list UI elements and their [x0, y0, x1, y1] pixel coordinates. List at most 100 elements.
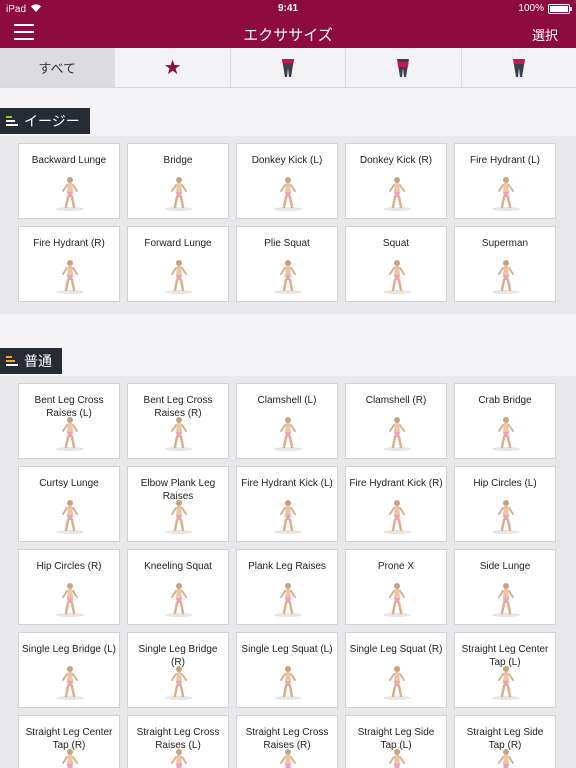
tab-legs[interactable] — [231, 48, 347, 87]
exercise-card[interactable]: Kneeling Squat — [127, 549, 229, 625]
exercise-card[interactable]: Donkey Kick (R) — [345, 143, 447, 219]
exercise-card[interactable]: Plank Leg Raises — [236, 549, 338, 625]
exercise-figure-icon — [383, 500, 411, 534]
exercise-figure-icon — [492, 583, 520, 617]
exercise-name: Prone X — [377, 561, 415, 572]
exercise-card[interactable]: Single Leg Squat (R) — [345, 632, 447, 708]
exercise-name: Kneeling Squat — [144, 561, 212, 572]
exercise-figure-icon — [492, 260, 520, 294]
exercise-figure-icon — [171, 749, 187, 768]
tab-glutes[interactable] — [346, 48, 462, 87]
exercise-name: Single Leg Bridge (L) — [22, 644, 116, 655]
exercise-figure-icon — [280, 749, 296, 768]
exercise-card[interactable]: Straight Leg Side Tap (L) — [345, 715, 447, 768]
exercise-card[interactable]: Backward Lunge — [18, 143, 120, 219]
exercise-card[interactable]: Side Lunge — [454, 549, 556, 625]
exercise-figure-icon — [56, 583, 84, 617]
exercise-card[interactable]: Donkey Kick (L) — [236, 143, 338, 219]
hip-icon — [512, 58, 525, 77]
exercise-card[interactable]: Clamshell (R) — [345, 383, 447, 459]
exercise-name: Single Leg Squat (L) — [241, 644, 333, 655]
exercise-figure-icon — [492, 417, 520, 451]
exercise-card[interactable]: Straight Leg Cross Raises (L) — [127, 715, 229, 768]
exercise-name: Clamshell (L) — [257, 395, 317, 406]
exercise-name: Crab Bridge — [478, 395, 532, 406]
exercise-card[interactable]: Single Leg Bridge (L) — [18, 632, 120, 708]
exercise-name: Fire Hydrant Kick (L) — [241, 478, 333, 489]
tab-hips[interactable] — [462, 48, 576, 87]
exercise-name: Curtsy Lunge — [39, 478, 99, 489]
filter-tabs: すべて ★ — [0, 48, 576, 88]
exercise-card[interactable]: Elbow Plank Leg Raises — [127, 466, 229, 542]
exercise-card[interactable]: Fire Hydrant Kick (L) — [236, 466, 338, 542]
exercise-card[interactable]: Hip Circles (R) — [18, 549, 120, 625]
exercise-card[interactable]: Plie Squat — [236, 226, 338, 302]
exercise-name: Squat — [382, 238, 410, 249]
leg-icon — [282, 58, 295, 77]
exercise-name: Donkey Kick (L) — [251, 155, 323, 166]
exercise-name: Forward Lunge — [144, 238, 212, 249]
tab-all-label: すべて — [38, 61, 76, 76]
exercise-card[interactable]: Crab Bridge — [454, 383, 556, 459]
section-easy-header: イージー — [0, 108, 576, 136]
exercise-list[interactable]: イージー Backward Lunge Bridge Donkey Kick (L)… — [0, 88, 576, 768]
exercise-figure-icon — [383, 666, 411, 700]
exercise-card[interactable]: Straight Leg Center Tap (R) — [18, 715, 120, 768]
section-easy-label: イージー — [0, 108, 90, 134]
tab-all[interactable]: すべて — [0, 48, 116, 87]
exercise-card[interactable]: Straight Leg Side Tap (R) — [454, 715, 556, 768]
section-normal-grid: Bent Leg Cross Raises (L) Bent Leg Cross … — [0, 376, 576, 768]
exercise-name: Hip Circles (R) — [36, 561, 102, 572]
exercise-figure-icon — [56, 177, 84, 211]
status-right: 100% — [518, 3, 572, 14]
exercise-name: Single Leg Squat (R) — [349, 644, 443, 655]
exercise-figure-icon — [56, 417, 84, 451]
level-easy-icon — [6, 116, 18, 126]
exercise-name: Plank Leg Raises — [248, 561, 326, 572]
exercise-figure-icon — [498, 749, 514, 768]
exercise-card[interactable]: Fire Hydrant (R) — [18, 226, 120, 302]
exercise-card[interactable]: Single Leg Squat (L) — [236, 632, 338, 708]
exercise-figure-icon — [492, 666, 520, 700]
exercise-card[interactable]: Fire Hydrant (L) — [454, 143, 556, 219]
exercise-card[interactable]: Straight Leg Center Tap (L) — [454, 632, 556, 708]
section-easy-grid: Backward Lunge Bridge Donkey Kick (L) Donke… — [0, 136, 576, 314]
section-normal-title: 普通 — [24, 353, 52, 369]
battery-icon — [548, 3, 572, 14]
exercise-figure-icon — [165, 500, 193, 534]
exercise-card[interactable]: Bridge — [127, 143, 229, 219]
exercise-card[interactable]: Straight Leg Cross Raises (R) — [236, 715, 338, 768]
exercise-card[interactable]: Superman — [454, 226, 556, 302]
exercise-card[interactable]: Clamshell (L) — [236, 383, 338, 459]
exercise-name: Fire Hydrant (L) — [469, 155, 540, 166]
exercise-card[interactable]: Hip Circles (L) — [454, 466, 556, 542]
exercise-figure-icon — [274, 417, 302, 451]
exercise-figure-icon — [274, 666, 302, 700]
page-title: エクササイズ — [243, 27, 333, 44]
status-time: 9:41 — [277, 3, 298, 14]
exercise-card[interactable]: Fire Hydrant Kick (R) — [345, 466, 447, 542]
exercise-card[interactable]: Squat — [345, 226, 447, 302]
exercise-figure-icon — [389, 749, 405, 768]
exercise-figure-icon — [56, 260, 84, 294]
exercise-card[interactable]: Curtsy Lunge — [18, 466, 120, 542]
exercise-figure-icon — [492, 177, 520, 211]
exercise-figure-icon — [165, 666, 193, 700]
exercise-figure-icon — [56, 666, 84, 700]
star-icon: ★ — [163, 57, 182, 79]
exercise-card[interactable]: Bent Leg Cross Raises (L) — [18, 383, 120, 459]
exercise-figure-icon — [165, 417, 193, 451]
exercise-card[interactable]: Prone X — [345, 549, 447, 625]
select-button[interactable]: 選択 — [532, 25, 558, 44]
exercise-figure-icon — [62, 749, 78, 768]
exercise-card[interactable]: Single Leg Bridge (R) — [127, 632, 229, 708]
exercise-card[interactable]: Forward Lunge — [127, 226, 229, 302]
exercise-figure-icon — [383, 177, 411, 211]
exercise-card[interactable]: Bent Leg Cross Raises (R) — [127, 383, 229, 459]
exercise-name: Superman — [481, 238, 529, 249]
exercise-figure-icon — [383, 583, 411, 617]
level-normal-icon — [6, 356, 18, 366]
exercise-figure-icon — [383, 417, 411, 451]
section-normal-header: 普通 — [0, 348, 576, 376]
tab-favorites[interactable]: ★ — [115, 48, 231, 87]
